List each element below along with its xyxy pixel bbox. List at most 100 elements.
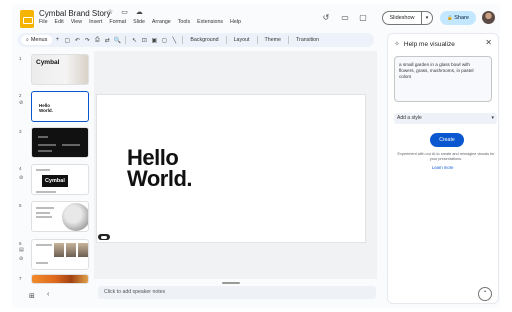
background-button[interactable]: Background	[186, 37, 222, 43]
toolbar-divider	[288, 36, 290, 44]
slides-logo-icon[interactable]	[20, 10, 34, 28]
link-icon: ⊘	[19, 100, 24, 106]
menu-view[interactable]: View	[71, 19, 82, 25]
menu-insert[interactable]: Insert	[89, 19, 102, 25]
style-select[interactable]: Add a style ▾	[394, 113, 497, 124]
grid-view-icon[interactable]: ⊞	[29, 292, 35, 300]
info-text: Experiment with our AI to create and rei…	[397, 152, 495, 161]
layout-button[interactable]: Layout	[230, 37, 254, 43]
thumbnail-brand-text: Cymbal	[36, 59, 60, 66]
thumbnail-line	[36, 244, 52, 246]
slide-thumbnail-5[interactable]	[31, 201, 89, 232]
title-icons[interactable]: ☆ ▭ ☁	[107, 8, 146, 16]
menu-bar: File Edit View Insert Format Slide Arran…	[39, 19, 241, 25]
thumbnail-line	[62, 144, 80, 146]
thumbnail-line	[38, 150, 52, 152]
document-title[interactable]: Cymbal Brand Story	[39, 9, 111, 18]
redo-icon[interactable]: ↷	[82, 37, 92, 44]
slide-thumbnail-1[interactable]: Cymbal	[31, 54, 89, 85]
menu-help[interactable]: Help	[230, 19, 241, 25]
select-cursor-icon[interactable]: ↖	[129, 37, 139, 44]
slide-number: 2	[19, 93, 22, 98]
chevron-up-icon[interactable]: ⌃	[478, 287, 492, 301]
toolbar: ⌕ Menus + ▢ ↶ ↷ ⎙ ⇄ 🔍 ↖ ⊡ ▣ ◻ ╲ Backgrou…	[18, 33, 374, 47]
menu-tools[interactable]: Tools	[178, 19, 190, 25]
chevron-down-icon: ▾	[491, 115, 494, 121]
link-icon: ⊘	[19, 256, 24, 262]
menu-edit[interactable]: Edit	[55, 19, 64, 25]
toolbar-divider	[182, 36, 184, 44]
share-button[interactable]: 🔒 Share	[440, 11, 476, 25]
slideshow-dropdown-icon[interactable]: ▾	[422, 11, 433, 25]
panel-title: Help me visualize	[403, 40, 455, 48]
create-button[interactable]: Create	[430, 133, 464, 147]
link-icon: ⊘	[19, 175, 24, 181]
version-history-icon[interactable]: ↺	[321, 13, 331, 22]
thumbnail-line	[36, 216, 52, 218]
slide-thumbnail-3[interactable]	[31, 127, 89, 158]
print-icon[interactable]: ⎙	[92, 37, 102, 44]
slide-title-line-2: World.	[127, 166, 193, 191]
slide-number: 5	[19, 203, 22, 208]
undo-icon[interactable]: ↶	[72, 37, 82, 44]
shape-icon[interactable]: ◻	[159, 37, 169, 44]
thumbnail-line	[36, 169, 50, 171]
zoom-icon[interactable]: 🔍	[112, 37, 122, 44]
meet-icon[interactable]: ▢	[358, 13, 368, 22]
menu-slide[interactable]: Slide	[133, 19, 145, 25]
style-select-label: Add a style	[397, 115, 422, 121]
paint-format-icon[interactable]: ⇄	[102, 37, 112, 44]
theme-button[interactable]: Theme	[261, 37, 286, 43]
slide-thumbnail-4[interactable]: Cymbal	[31, 164, 89, 195]
thumbnail-line	[36, 207, 54, 209]
menu-extensions[interactable]: Extensions	[197, 19, 223, 25]
line-icon[interactable]: ╲	[169, 37, 179, 44]
collapse-filmstrip-icon[interactable]: ‹	[47, 291, 49, 298]
notes-resize-handle[interactable]	[222, 282, 240, 284]
slide-number: 7	[19, 276, 22, 281]
slide-thumbnail-2[interactable]: Hello World.	[31, 91, 89, 122]
toolbar-divider	[125, 36, 127, 44]
thumbnail-image	[54, 243, 64, 257]
menu-file[interactable]: File	[39, 19, 48, 25]
thumbnail-image	[78, 243, 88, 257]
avatar[interactable]	[482, 11, 495, 24]
thumbnail-line	[38, 136, 48, 138]
thumbnail-image	[66, 243, 76, 257]
thumbnail-line	[36, 262, 48, 264]
toolbar-divider	[225, 36, 227, 44]
share-label: Share	[454, 15, 469, 21]
panel-header: ✧ Help me visualize	[394, 40, 455, 49]
image-icon[interactable]: ▣	[149, 37, 159, 44]
slide-title[interactable]: Hello World.	[127, 147, 193, 191]
text-box-icon[interactable]: ⊡	[139, 37, 149, 44]
speaker-notes[interactable]: Click to add speaker notes	[98, 286, 376, 299]
menu-arrange[interactable]: Arrange	[152, 19, 171, 25]
thumbnail-line	[38, 144, 56, 146]
slide-thumbnail-6[interactable]	[31, 239, 89, 270]
current-slide[interactable]: Hello World.	[96, 94, 366, 243]
menus-label: Menus	[30, 37, 48, 43]
lock-icon: 🔒	[447, 15, 453, 20]
comment-icon: ▤	[19, 247, 24, 253]
slide-number: 3	[19, 129, 22, 134]
slideshow-button[interactable]: Slideshow	[382, 11, 422, 25]
transition-button[interactable]: Transition	[292, 37, 323, 43]
help-me-visualize-panel: ✧ Help me visualize ✕ a small garden in …	[387, 33, 499, 304]
menu-format[interactable]: Format	[109, 19, 126, 25]
learn-more-link[interactable]: Learn more	[432, 165, 453, 170]
thumbnail-line	[36, 212, 50, 214]
sparkle-icon: ✧	[394, 41, 400, 48]
thumbnail-line	[36, 191, 56, 193]
slides-app: Cymbal Brand Story ☆ ▭ ☁ File Edit View …	[12, 4, 500, 308]
thumbnail-hello-text: Hello World.	[39, 103, 53, 113]
menus-search-button[interactable]: ⌕ Menus	[21, 35, 53, 45]
prompt-input[interactable]: a small garden in a glass bowl with flow…	[394, 56, 492, 102]
slide-number: 4	[19, 166, 22, 171]
new-slide-icon[interactable]: +	[52, 37, 62, 43]
slide-layout-icon[interactable]: ▢	[62, 37, 72, 44]
comment-icon[interactable]: ▭	[340, 13, 350, 22]
close-icon[interactable]: ✕	[485, 38, 492, 47]
search-icon: ⌕	[26, 37, 29, 43]
slide-thumbnail-7[interactable]	[31, 274, 89, 284]
